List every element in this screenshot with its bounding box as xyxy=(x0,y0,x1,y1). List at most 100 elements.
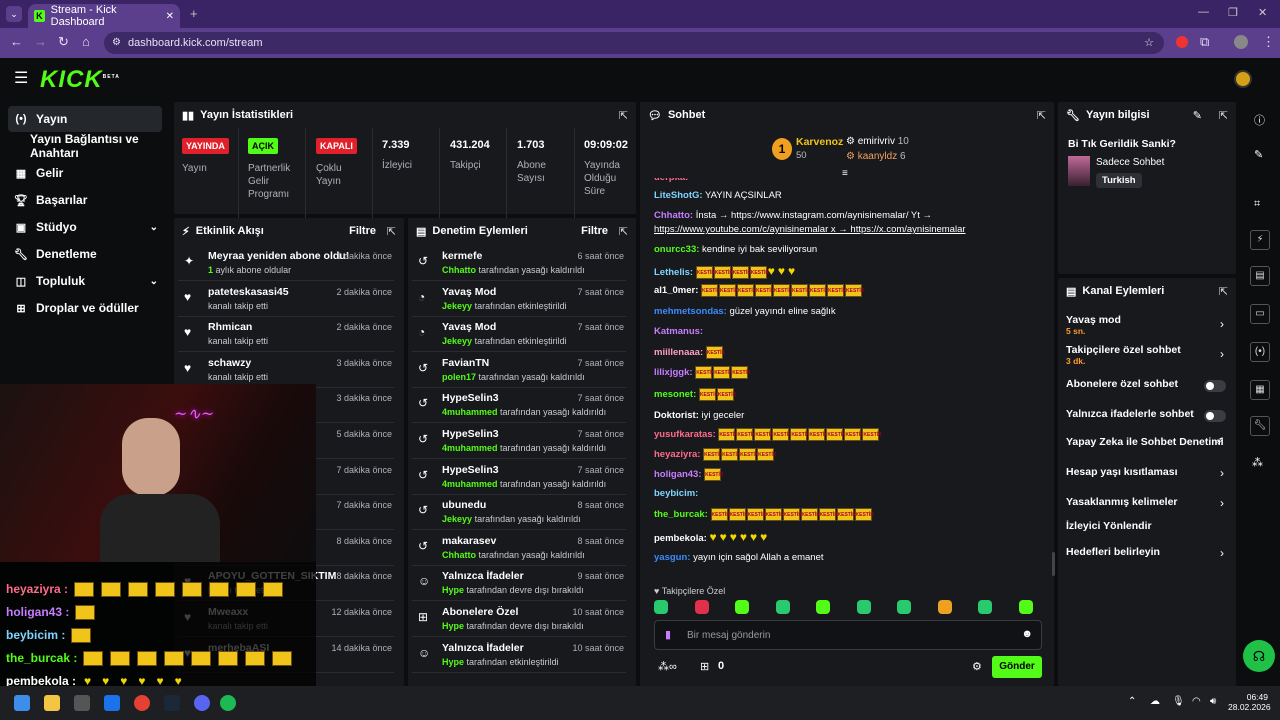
filter-button[interactable]: Filtre xyxy=(349,225,376,237)
wifi-icon[interactable]: ◠ xyxy=(1192,696,1201,707)
mic-icon[interactable]: 🎙︎ xyxy=(1172,696,1185,707)
edit-pencil-icon[interactable]: ✎ xyxy=(1193,109,1202,122)
steam-icon[interactable] xyxy=(164,695,180,711)
lightning-icon[interactable]: ⚡︎ xyxy=(1250,230,1270,250)
chat-username[interactable]: Doktorist: xyxy=(654,410,699,421)
chat-username[interactable]: Lethelis: xyxy=(654,267,693,278)
site-info-icon[interactable]: ⚙ xyxy=(112,32,121,54)
moderation-row[interactable]: ↺ HypeSelin3 4muhammed tarafından yasağı k… xyxy=(412,424,626,459)
moderation-row[interactable]: ↺ FavianTN polen17 tarafından yasağı kaldı… xyxy=(412,353,626,388)
emote-button[interactable] xyxy=(937,600,952,614)
emote-button[interactable] xyxy=(897,600,911,614)
popout-icon[interactable]: ⇱ xyxy=(1037,109,1046,122)
moderation-row[interactable]: ☺ Yalnızca İfadeler Hype tarafından etkinl… xyxy=(412,638,626,673)
chat-username[interactable]: holigan43: xyxy=(654,469,702,480)
channel-action-item[interactable]: Takipçilere özel sohbet 3 dk. xyxy=(1066,344,1226,368)
sidebar-item-studyo[interactable]: ▣ Stüdyo ⌄ xyxy=(8,214,162,240)
emote-button[interactable] xyxy=(856,600,871,614)
popout-icon[interactable]: ⇱ xyxy=(1219,109,1228,122)
channel-action-item[interactable]: Yavaş mod 5 sn. xyxy=(1066,314,1226,338)
chevron-right-icon[interactable]: › xyxy=(1220,466,1224,480)
volume-icon[interactable]: 🔊︎ xyxy=(1210,696,1216,707)
popout-icon[interactable]: ⇱ xyxy=(387,225,396,238)
sidebar-item-topluluk[interactable]: ◫ Topluluk ⌄ xyxy=(8,268,162,294)
chat-username[interactable]: beybicim: xyxy=(654,488,698,499)
sidebar-item-stream-key[interactable]: Yayın Bağlantısı ve Anahtarı xyxy=(24,132,174,160)
sidebar-item-gelir[interactable]: ▦ Gelir xyxy=(8,160,162,186)
activity-row[interactable]: ♥ pateteskasasi45 kanalı takip etti 2 dakik… xyxy=(178,282,394,317)
chat-username[interactable]: Katmanus: xyxy=(654,326,703,337)
broadcast-icon[interactable]: (•) xyxy=(1250,342,1270,362)
send-button[interactable]: Gönder xyxy=(992,656,1042,678)
chat-username[interactable]: yasgun: xyxy=(654,552,690,563)
toggle-switch[interactable] xyxy=(1204,380,1226,392)
close-tab-icon[interactable]: ✕ xyxy=(166,11,174,22)
chat-username[interactable]: heyaziyra: xyxy=(654,449,700,460)
sidebar-item-basarilar[interactable]: 🏆︎ Başarılar xyxy=(8,187,162,213)
browser-tab[interactable]: K Stream - Kick Dashboard ✕ xyxy=(28,4,180,28)
home-icon[interactable]: ⌂ xyxy=(82,34,90,49)
store-icon[interactable] xyxy=(74,695,90,711)
wrench-icon[interactable]: 🔧︎ xyxy=(1250,416,1270,436)
document-icon[interactable]: ▤ xyxy=(1250,266,1270,286)
moderation-row[interactable]: ◔ Yavaş Mod Jekeyy tarafından etkinleştiri… xyxy=(412,282,626,317)
points-icon[interactable]: ⁂∞ xyxy=(658,660,677,673)
moderation-row[interactable]: ◔ Yavaş Mod Jekeyy tarafından etkinleştiri… xyxy=(412,317,626,353)
emote-button[interactable] xyxy=(978,600,992,614)
moderation-row[interactable]: ⊞ Abonelere Özel Hype tarafından devre dış… xyxy=(412,602,626,637)
discord-icon[interactable] xyxy=(194,695,210,711)
bookmark-star-icon[interactable]: ☆ xyxy=(1144,32,1154,54)
hamburger-menu-icon[interactable]: ☰ xyxy=(14,68,28,88)
extensions-puzzle-icon[interactable]: ⧉ xyxy=(1200,34,1209,50)
moderation-row[interactable]: ↺ makarasev Chhatto tarafından yasağı kald… xyxy=(412,531,626,566)
channel-action-item[interactable]: Yalnızca ifadelerle sohbet xyxy=(1066,408,1226,432)
clock[interactable]: 06:49 28.02.2026 xyxy=(1228,692,1271,712)
channel-action-item[interactable]: Hesap yaşı kısıtlaması xyxy=(1066,466,1226,490)
emote-button[interactable] xyxy=(816,600,830,614)
chevron-right-icon[interactable]: › xyxy=(1220,317,1224,331)
chat-username[interactable]: derpka: xyxy=(654,178,688,183)
chevron-right-icon[interactable]: › xyxy=(1220,546,1224,560)
tray-chevron-icon[interactable]: ⌃ xyxy=(1128,696,1136,707)
channel-action-item[interactable]: İzleyici Yönlendir xyxy=(1066,520,1226,544)
moderation-row[interactable]: ↺ HypeSelin3 4muhammed tarafından yasağı k… xyxy=(412,388,626,424)
chat-username[interactable]: onurcc33: xyxy=(654,244,699,255)
emote-button[interactable] xyxy=(735,600,749,614)
windows-start-icon[interactable] xyxy=(14,695,30,711)
popout-icon[interactable]: ⇱ xyxy=(1219,285,1228,298)
list-icon[interactable]: ▦ xyxy=(1250,380,1270,400)
extension-icon[interactable] xyxy=(1176,36,1188,48)
chevron-right-icon[interactable]: › xyxy=(1220,347,1224,361)
help-headset-icon[interactable]: ☊ xyxy=(1243,640,1275,672)
chat-text[interactable]: https://www.youtube.com/c/aynisinemalar … xyxy=(654,224,966,235)
apps-icon[interactable]: ⁂ xyxy=(1252,456,1263,469)
user-avatar[interactable] xyxy=(1234,70,1252,88)
emote-button[interactable] xyxy=(1018,600,1033,614)
chat-username[interactable]: yusufkaratas: xyxy=(654,429,716,440)
forward-icon[interactable]: → xyxy=(34,34,47,49)
chrome-icon[interactable] xyxy=(134,695,150,711)
kick-logo[interactable]: KICKBETA xyxy=(40,66,120,94)
toggle-switch[interactable] xyxy=(1204,410,1226,422)
sidebar-item-yayin[interactable]: (•) Yayın xyxy=(8,106,162,132)
emote-button[interactable] xyxy=(775,600,790,614)
maximize-icon[interactable]: ❐ xyxy=(1228,6,1238,19)
tab-list-button[interactable]: ⌄ xyxy=(6,6,22,22)
moderation-row[interactable]: ☺ Yalnızca İfadeler Hype tarafından devre … xyxy=(412,566,626,602)
chat-username[interactable]: the_burcak: xyxy=(654,509,708,520)
sidebar-item-denetleme[interactable]: 🔧︎ Denetleme xyxy=(8,241,162,267)
url-field[interactable]: ⚙ dashboard.kick.com/stream ☆ xyxy=(104,32,1164,54)
activity-row[interactable]: ✦ Meyraa yeniden abone oldu! 1 aylık abone… xyxy=(178,246,394,281)
minimize-icon[interactable]: — xyxy=(1198,6,1209,18)
moderation-row[interactable]: ↺ ubunedu Jekeyy tarafından yasağı kaldırı… xyxy=(412,495,626,531)
file-explorer-icon[interactable] xyxy=(44,695,60,711)
popout-icon[interactable]: ⇱ xyxy=(619,109,628,122)
popout-icon[interactable]: ⇱ xyxy=(619,225,628,238)
chat-username[interactable]: miillenaaa: xyxy=(654,347,703,358)
sidebar-item-droplar[interactable]: ⊞ Droplar ve ödüller xyxy=(8,295,162,321)
profile-avatar[interactable] xyxy=(1234,35,1248,49)
emote-button[interactable] xyxy=(694,600,709,614)
screenshot-icon[interactable]: ⌗ xyxy=(1254,198,1260,211)
back-icon[interactable]: ← xyxy=(10,34,23,49)
chat-username[interactable]: pembekola: xyxy=(654,533,707,544)
